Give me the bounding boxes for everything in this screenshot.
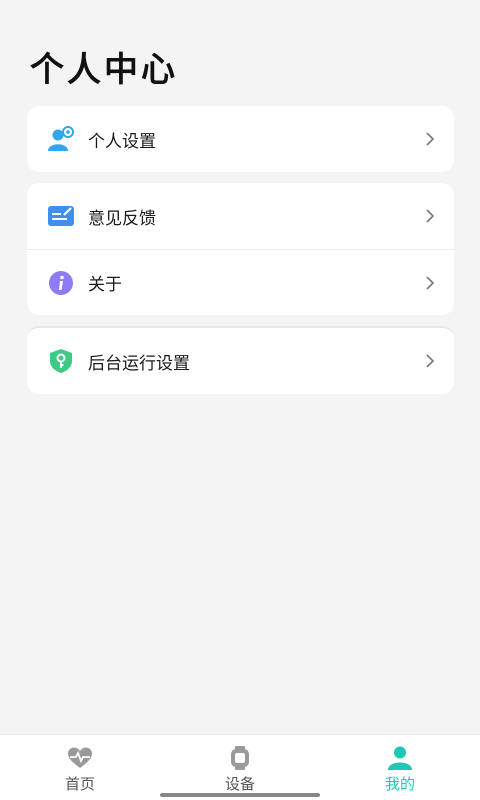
person-icon bbox=[388, 746, 412, 770]
settings-card: 个人设置 bbox=[27, 106, 454, 172]
info-icon bbox=[47, 269, 75, 297]
watch-icon bbox=[231, 746, 249, 770]
background-settings-item[interactable]: 后台运行设置 bbox=[27, 328, 454, 394]
about-label: 关于 bbox=[88, 275, 122, 295]
tab-home[interactable]: 首页 bbox=[0, 735, 160, 800]
personal-settings-label: 个人设置 bbox=[88, 131, 156, 152]
background-card: 后台运行设置 bbox=[27, 326, 454, 394]
user-settings-icon bbox=[47, 125, 75, 153]
home-indicator bbox=[160, 793, 320, 797]
feedback-item[interactable]: 意见反馈 bbox=[27, 183, 454, 249]
personal-settings-item[interactable]: 个人设置 bbox=[27, 106, 454, 172]
tab-device[interactable]: 设备 bbox=[160, 735, 320, 800]
tab-mine-label: 我的 bbox=[384, 775, 415, 793]
chevron-right-icon bbox=[426, 209, 435, 223]
chevron-right-icon bbox=[426, 354, 435, 368]
feedback-label: 意见反馈 bbox=[88, 208, 156, 229]
about-item[interactable]: 关于 bbox=[27, 249, 454, 315]
shield-key-icon bbox=[47, 347, 75, 375]
bottom-tab-bar: 首页 设备 我的 bbox=[0, 734, 480, 800]
chevron-right-icon bbox=[426, 275, 435, 290]
tab-mine[interactable]: 我的 bbox=[320, 735, 480, 800]
feedback-icon bbox=[47, 202, 75, 230]
tab-home-label: 首页 bbox=[64, 775, 95, 793]
chevron-right-icon bbox=[426, 132, 435, 146]
background-settings-label: 后台运行设置 bbox=[88, 353, 190, 374]
tab-device-label: 设备 bbox=[224, 775, 255, 793]
info-card: 意见反馈 关于 bbox=[27, 183, 454, 315]
page-title: 个人中心 bbox=[30, 50, 178, 90]
heart-pulse-icon bbox=[68, 747, 92, 768]
